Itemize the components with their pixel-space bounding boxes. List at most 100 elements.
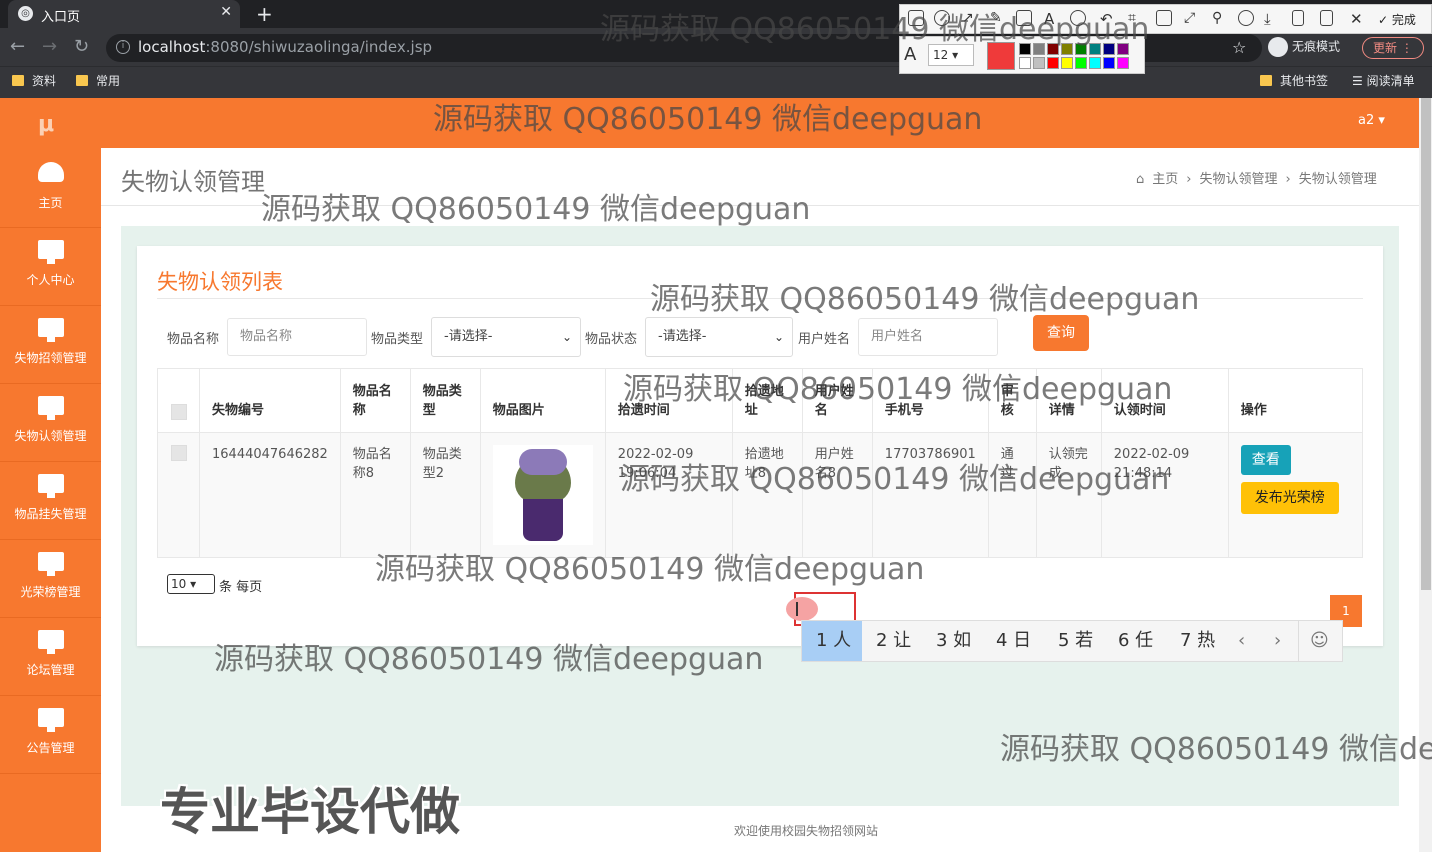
color-swatch[interactable] [1089, 57, 1101, 69]
breadcrumb: ⌂ 主页 › 失物认领管理 › 失物认领管理 [1132, 168, 1381, 187]
color-swatch[interactable] [1075, 43, 1087, 55]
breadcrumb-separator: › [1285, 172, 1291, 187]
info-icon[interactable]: i [116, 40, 130, 54]
select-all-checkbox[interactable] [171, 404, 187, 420]
back-icon[interactable]: ← [10, 36, 25, 57]
browser-tab[interactable]: ◎ 入口页 ✕ [8, 0, 240, 28]
user-menu[interactable]: a2 ▾ [1358, 113, 1385, 128]
breadcrumb-level1[interactable]: 失物认领管理 [1199, 172, 1277, 187]
rect-tool-icon[interactable] [908, 10, 924, 26]
breadcrumb-home[interactable]: 主页 [1152, 172, 1178, 187]
cell-image [479, 432, 606, 558]
page-size-select[interactable]: 10 ▾ [167, 574, 215, 594]
menu-label: 论坛管理 [26, 663, 75, 677]
item-image[interactable] [492, 445, 593, 545]
download-icon[interactable]: ⤓ [1264, 10, 1280, 28]
color-swatch[interactable] [1103, 57, 1115, 69]
mosaic-tool-icon[interactable] [1016, 10, 1032, 26]
th-name: 物品名称 [339, 368, 411, 433]
tab-close-icon[interactable]: ✕ [220, 4, 232, 20]
filter-user-input[interactable]: 用户姓名 [858, 318, 998, 356]
color-swatch[interactable] [1117, 43, 1129, 55]
url-host: localhost [138, 38, 206, 56]
row-checkbox[interactable] [171, 445, 187, 461]
copy-icon[interactable] [1156, 10, 1172, 26]
font-size-select[interactable]: 12 ▾ [928, 44, 974, 66]
reading-list[interactable]: ☰ 阅读清单 [1352, 72, 1415, 89]
ime-candidate[interactable]: 2 让 [876, 621, 911, 661]
arrow-tool-icon[interactable]: ↗ [962, 10, 978, 26]
ellipse-tool-icon[interactable] [934, 10, 950, 26]
incognito-indicator[interactable]: 无痕模式 [1268, 37, 1340, 57]
menu-loss-report[interactable]: 物品挂失管理 [0, 462, 101, 540]
bookmark-star-icon[interactable]: ☆ [1232, 38, 1246, 57]
ime-candidate[interactable]: 4 日 [996, 621, 1031, 661]
table-row: 16444047646282 物品名称8 物品类型2 2022-02-09 19… [157, 432, 1364, 558]
query-button[interactable]: 查询 [1033, 315, 1089, 351]
color-swatch[interactable] [1033, 43, 1045, 55]
expand-icon[interactable]: ⤢ [1184, 10, 1200, 26]
update-button[interactable]: 更新 ⋮ [1362, 37, 1424, 59]
page-size-label: 条 每页 [219, 580, 263, 595]
menu-home[interactable]: 主页 [0, 150, 101, 228]
menu-claims[interactable]: 失物认领管理 [0, 384, 101, 462]
color-swatch[interactable] [1075, 57, 1087, 69]
filter-type-select[interactable]: -请选择- ⌄ [431, 317, 581, 357]
ime-next-icon[interactable]: › [1274, 621, 1281, 661]
cell-actions: 查看 发布光荣榜 [1227, 432, 1364, 558]
url-text[interactable]: localhost:8080/shiwuzaolinga/index.jsp [138, 38, 432, 56]
reload-icon[interactable]: ↻ [74, 36, 89, 57]
scrollbar-thumb[interactable] [1421, 98, 1431, 590]
menu-personal-center[interactable]: 个人中心 [0, 228, 101, 306]
filter-name-input[interactable]: 物品名称 [227, 318, 367, 356]
ime-candidate[interactable]: 7 热 [1180, 621, 1215, 661]
ime-candidate[interactable]: 3 如 [936, 621, 971, 661]
menu-lost-found[interactable]: 失物招领管理 [0, 306, 101, 384]
color-swatch[interactable] [1047, 43, 1059, 55]
color-swatch[interactable] [1117, 57, 1129, 69]
color-swatch[interactable] [1033, 57, 1045, 69]
url-path: :8080/shiwuzaolinga/index.jsp [205, 38, 433, 56]
tab-title: 入口页 [41, 10, 81, 25]
bookmark-folder-changyong[interactable]: 常用 [76, 72, 120, 89]
emoji-icon[interactable]: ☺ [1310, 621, 1329, 661]
active-color-swatch[interactable] [987, 42, 1015, 70]
pen-tool-icon[interactable]: ✎ [990, 10, 1006, 26]
pin-icon[interactable]: ⚲ [1212, 10, 1228, 26]
color-swatch[interactable] [1019, 43, 1031, 55]
menu-notices[interactable]: 公告管理 [0, 696, 101, 774]
number-tool-icon[interactable] [1070, 10, 1086, 26]
color-swatch[interactable] [1019, 57, 1031, 69]
ime-candidate[interactable]: 1 人 [802, 621, 862, 661]
text-tool-icon[interactable]: A [1044, 10, 1060, 28]
color-swatch[interactable] [1089, 43, 1101, 55]
color-swatch[interactable] [1061, 57, 1073, 69]
monitor-icon [37, 708, 64, 732]
page-size-value: 10 [171, 577, 187, 591]
filter-status-select[interactable]: -请选择- ⌄ [645, 317, 793, 357]
crop-icon[interactable]: ⌗ [1128, 10, 1144, 26]
color-swatch[interactable] [1103, 43, 1115, 55]
publish-honor-button[interactable]: 发布光荣榜 [1240, 482, 1339, 514]
color-swatch[interactable] [1061, 43, 1073, 55]
ime-candidate[interactable]: 5 若 [1058, 621, 1093, 661]
cancel-icon[interactable]: ✕ [1350, 10, 1366, 28]
color-palette[interactable] [1018, 42, 1138, 70]
bookmark-folder-ziliao[interactable]: 资料 [12, 72, 56, 89]
menu-forum[interactable]: 论坛管理 [0, 618, 101, 696]
ime-candidate[interactable]: 6 任 [1118, 621, 1153, 661]
done-button[interactable]: ✓ 完成 [1378, 11, 1416, 28]
bookmark-icon[interactable] [1320, 10, 1333, 26]
phone-icon[interactable] [1292, 10, 1304, 26]
th-image: 物品图片 [479, 368, 606, 433]
color-swatch[interactable] [1047, 57, 1059, 69]
menu-honor-board[interactable]: 光荣榜管理 [0, 540, 101, 618]
record-icon[interactable] [1238, 10, 1254, 26]
new-tab-button[interactable]: + [256, 2, 273, 26]
th-address: 拾遗地址 [731, 368, 803, 433]
ime-prev-icon[interactable]: ‹ [1238, 621, 1245, 661]
other-bookmarks[interactable]: 其他书签 [1260, 72, 1328, 89]
forward-icon[interactable]: → [42, 36, 57, 57]
view-button[interactable]: 查看 [1240, 445, 1291, 475]
undo-icon[interactable]: ↶ [1100, 10, 1116, 28]
